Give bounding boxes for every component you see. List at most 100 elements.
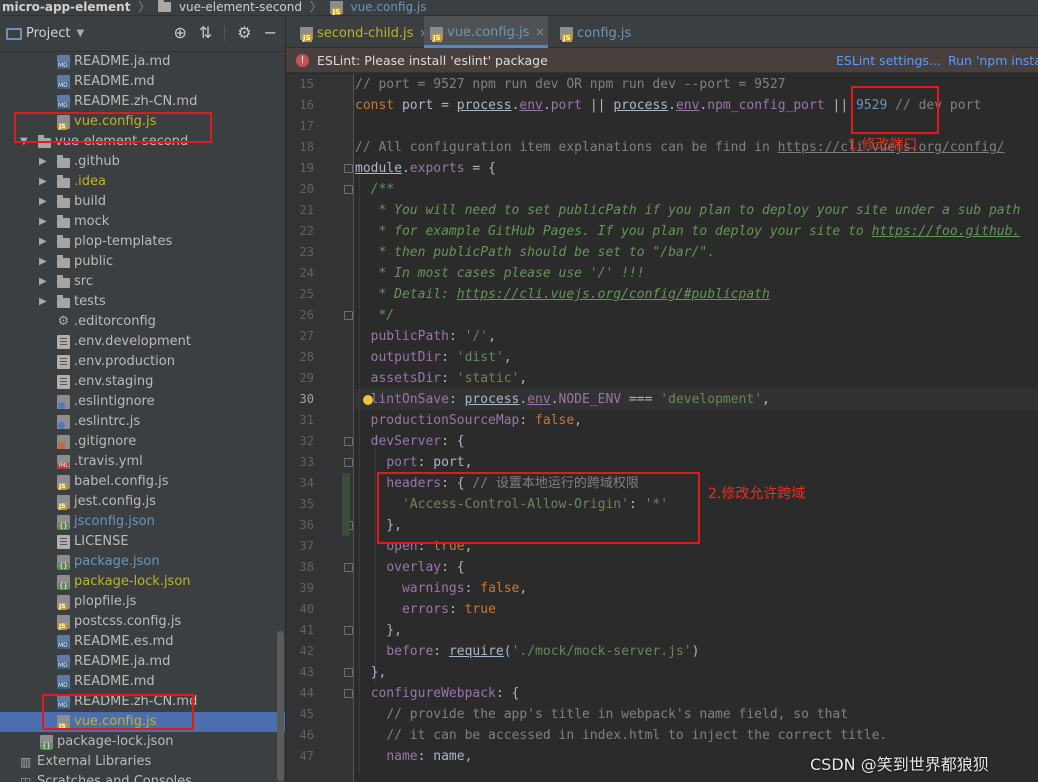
- tree-scrollbar[interactable]: [277, 631, 284, 781]
- tree-item[interactable]: .eslintrc.js: [0, 412, 285, 432]
- lightbulb-icon[interactable]: [363, 395, 373, 405]
- line-number: 23: [299, 245, 314, 259]
- line-number: 20: [299, 182, 314, 196]
- collapsed-arrow-icon[interactable]: ▶: [39, 212, 47, 232]
- collapsed-arrow-icon[interactable]: ▶: [39, 292, 47, 312]
- tree-item-label: .editorconfig: [74, 314, 156, 329]
- tree-item[interactable]: jest.config.js: [0, 492, 285, 512]
- collapsed-arrow-icon[interactable]: ▶: [39, 192, 47, 212]
- eslint-settings-link[interactable]: ESLint settings...: [836, 48, 941, 73]
- tree-item[interactable]: ▶ public: [0, 252, 285, 272]
- tree-item[interactable]: ▶ plop-templates: [0, 232, 285, 252]
- collapsed-arrow-icon[interactable]: ▶: [39, 172, 47, 192]
- tree-item[interactable]: jsconfig.json: [0, 512, 285, 532]
- collapse-all-icon[interactable]: ⇅: [199, 25, 212, 41]
- json-file-icon: [57, 575, 70, 590]
- line-number: 40: [299, 602, 314, 616]
- tree-item[interactable]: README.es.md: [0, 632, 285, 652]
- folder-icon: [57, 295, 70, 308]
- tree-item[interactable]: ▥ External Libraries: [0, 752, 285, 772]
- tree-item[interactable]: .env.production: [0, 352, 285, 372]
- tree-item[interactable]: README.md: [0, 72, 285, 92]
- tree-item[interactable]: package.json: [0, 552, 285, 572]
- fold-marker-icon[interactable]: [344, 626, 353, 635]
- tree-item[interactable]: README.zh-CN.md: [0, 92, 285, 112]
- tree-item[interactable]: postcss.config.js: [0, 612, 285, 632]
- editor-tab[interactable]: second-child.js✕: [294, 16, 429, 48]
- line-number: 42: [299, 644, 314, 658]
- tree-item[interactable]: README.ja.md: [0, 652, 285, 672]
- eslint-warning-banner: ! ESLint: Please install 'eslint' packag…: [286, 48, 1038, 73]
- tree-item[interactable]: ▶ .idea: [0, 172, 285, 192]
- tree-item[interactable]: babel.config.js: [0, 472, 285, 492]
- line-number: 17: [299, 119, 314, 133]
- gear-icon[interactable]: ⚙: [237, 25, 251, 41]
- tree-item[interactable]: .gitignore: [0, 432, 285, 452]
- editor-tab[interactable]: vue.config.js ✕: [424, 16, 548, 48]
- tree-item[interactable]: README.md: [0, 672, 285, 692]
- tree-item[interactable]: ▶ build: [0, 192, 285, 212]
- code-editor[interactable]: // port = 9527 npm run dev OR npm run de…: [355, 74, 1038, 782]
- fold-marker-icon[interactable]: [344, 185, 353, 194]
- fold-marker-icon[interactable]: [344, 311, 353, 320]
- tree-item[interactable]: ⚙ .editorconfig: [0, 312, 285, 332]
- fold-marker-icon[interactable]: [344, 164, 353, 173]
- code-line: warnings: false,: [401, 581, 528, 596]
- line-number: 26: [299, 308, 314, 322]
- md-file-icon: [57, 635, 70, 649]
- collapsed-arrow-icon[interactable]: ▶: [39, 152, 47, 172]
- tree-item[interactable]: ▶ src: [0, 272, 285, 292]
- json-file-icon: [40, 735, 53, 750]
- tree-item[interactable]: ▶ mock: [0, 212, 285, 232]
- tree-item[interactable]: ◫ Scratches and Consoles: [0, 772, 285, 782]
- locate-file-icon[interactable]: ⊕: [173, 25, 186, 41]
- gear-file-icon: ⚙: [57, 314, 70, 329]
- project-panel-header: Project ▼ ⊕ ⇅ ⚙ −: [0, 16, 285, 52]
- breadcrumb-folder[interactable]: vue-element-second: [179, 0, 302, 14]
- folder-icon: [57, 235, 70, 248]
- code-line: outputDir: 'dist',: [370, 350, 512, 365]
- close-icon[interactable]: ✕: [535, 26, 544, 39]
- tree-item[interactable]: .env.staging: [0, 372, 285, 392]
- tree-item[interactable]: .travis.yml: [0, 452, 285, 472]
- tree-item[interactable]: README.ja.md: [0, 52, 285, 72]
- hide-panel-icon[interactable]: −: [264, 25, 277, 41]
- fold-marker-icon[interactable]: [344, 458, 353, 467]
- breadcrumb-project[interactable]: micro-app-element: [0, 0, 130, 14]
- project-panel-title[interactable]: Project: [26, 26, 70, 41]
- editor-tab[interactable]: config.js: [554, 16, 644, 48]
- breadcrumb-file[interactable]: vue.config.js: [350, 0, 426, 14]
- js-file-icon: [560, 27, 573, 42]
- tree-item[interactable]: ▶ .github: [0, 152, 285, 172]
- md-file-icon: [57, 55, 70, 69]
- folder-icon: [57, 175, 70, 188]
- annotation-box-vue-config: [42, 694, 194, 730]
- tree-item-label: .idea: [74, 174, 106, 189]
- fold-marker-icon[interactable]: [344, 668, 353, 677]
- code-line: lintOnSave: process.env.NODE_ENV === 'de…: [370, 392, 770, 407]
- vcs-change-marker[interactable]: [342, 473, 350, 536]
- line-number: 29: [299, 371, 314, 385]
- tree-item[interactable]: ▶ tests: [0, 292, 285, 312]
- warning-icon: !: [296, 54, 309, 67]
- csdn-watermark: CSDN @笑到世界都狼狈: [810, 755, 989, 774]
- tree-item[interactable]: .eslintignore: [0, 392, 285, 412]
- tree-item-label: README.ja.md: [74, 54, 171, 69]
- tree-item[interactable]: .env.development: [0, 332, 285, 352]
- collapsed-arrow-icon[interactable]: ▶: [39, 252, 47, 272]
- line-number-gutter[interactable]: 15 16 17 18 19 20 21 22 23 24 25 26 27 28 29 30 31 32 33 34…: [286, 74, 354, 782]
- yml-file-icon: [57, 455, 70, 469]
- fold-marker-icon[interactable]: [344, 437, 353, 446]
- run-npm-install-link[interactable]: Run 'npm instal: [948, 48, 1038, 73]
- library-icon: ▥: [20, 755, 32, 769]
- tree-item[interactable]: LICENSE: [0, 532, 285, 552]
- tree-item[interactable]: plopfile.js: [0, 592, 285, 612]
- fold-marker-icon[interactable]: [344, 563, 353, 572]
- collapsed-arrow-icon[interactable]: ▶: [39, 272, 47, 292]
- collapsed-arrow-icon[interactable]: ▶: [39, 232, 47, 252]
- js-file-icon: [329, 1, 343, 15]
- fold-marker-icon[interactable]: [344, 689, 353, 698]
- chevron-down-icon[interactable]: ▼: [76, 28, 84, 39]
- tree-item[interactable]: package-lock.json: [0, 732, 285, 752]
- tree-item[interactable]: package-lock.json: [0, 572, 285, 592]
